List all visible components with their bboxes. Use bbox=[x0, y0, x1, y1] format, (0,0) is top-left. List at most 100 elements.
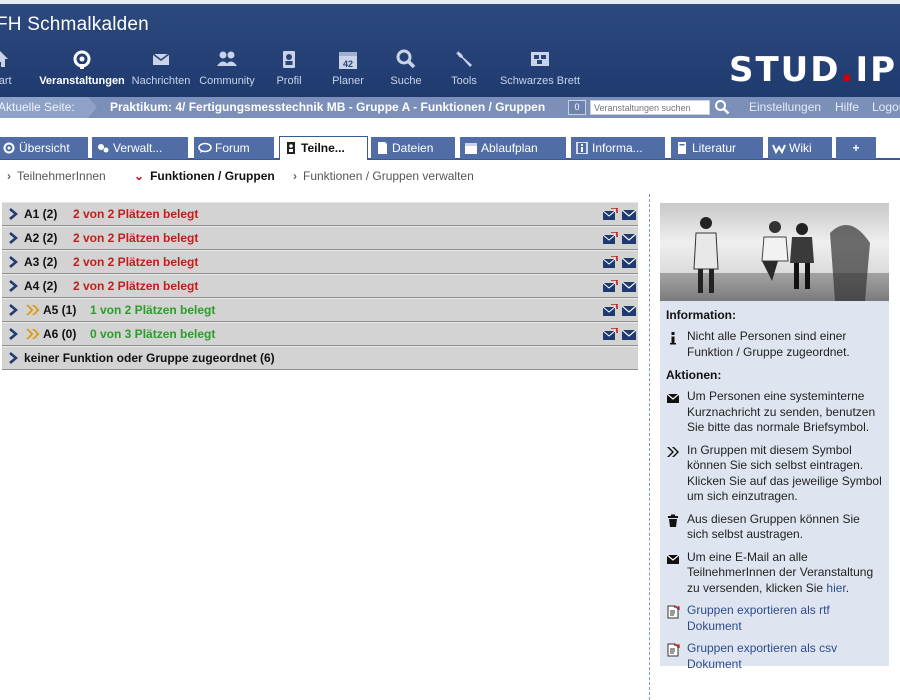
envelope-icon[interactable] bbox=[621, 305, 637, 319]
search-icon bbox=[715, 100, 730, 115]
group-name[interactable]: A4 (2) bbox=[24, 279, 57, 293]
tab-dateien[interactable]: Dateien bbox=[371, 137, 455, 159]
tab-forum[interactable]: Forum bbox=[194, 137, 274, 159]
subnav-gruppen-verwalten[interactable]: › Funktionen / Gruppen verwalten bbox=[293, 166, 474, 186]
export-rtf-link[interactable]: Gruppen exportieren als rtf Dokument bbox=[687, 603, 830, 633]
search-button[interactable] bbox=[714, 99, 730, 118]
top-stripe bbox=[0, 0, 900, 4]
schedule-icon bbox=[465, 143, 477, 154]
group-name[interactable]: A5 (1) bbox=[43, 303, 76, 317]
breadcrumb: Praktikum: 4/ Fertigungsmesstechnik MB -… bbox=[110, 100, 546, 114]
envelope-icon[interactable] bbox=[621, 257, 637, 271]
send-mail-icon[interactable] bbox=[602, 303, 618, 319]
self-enroll-icon[interactable] bbox=[25, 304, 41, 319]
info-heading: Information: bbox=[666, 308, 736, 322]
group-row[interactable]: A6 (0) 0 von 3 Plätzen belegt bbox=[2, 322, 638, 346]
group-row[interactable]: keiner Funktion oder Gruppe zugeordnet (… bbox=[2, 346, 638, 370]
group-row[interactable]: A5 (1) 1 von 2 Plätzen belegt bbox=[2, 298, 638, 322]
nav-profil[interactable]: Profil bbox=[270, 48, 308, 94]
nav-start[interactable]: Start bbox=[0, 48, 22, 94]
tab-verwaltung[interactable]: Verwalt... bbox=[92, 137, 188, 159]
settings-link[interactable]: Einstellungen bbox=[749, 97, 821, 118]
group-name[interactable]: A6 (0) bbox=[43, 327, 76, 341]
envelope-icon[interactable] bbox=[621, 209, 637, 223]
nav-schwarzes-brett[interactable]: Schwarzes Brett bbox=[496, 48, 584, 94]
action-self-remove: Aus diesen Gruppen können Sie sich selbs… bbox=[666, 512, 883, 543]
group-capacity: 2 von 2 Plätzen belegt bbox=[73, 255, 199, 269]
chevron-right-icon: › bbox=[7, 169, 11, 183]
email-all-link[interactable]: hier bbox=[826, 581, 845, 595]
tab-uebersicht[interactable]: Übersicht bbox=[0, 137, 88, 159]
export-csv: Gruppen exportieren als csv Dokument bbox=[666, 641, 883, 672]
board-icon bbox=[496, 48, 584, 75]
nav-community[interactable]: Community bbox=[196, 48, 258, 94]
nav-tools[interactable]: Tools bbox=[447, 48, 481, 94]
envelope-icon[interactable] bbox=[621, 329, 637, 343]
send-mail-icon[interactable] bbox=[602, 231, 618, 247]
home-icon bbox=[0, 48, 22, 75]
send-mail-icon[interactable] bbox=[602, 207, 618, 223]
studip-logo[interactable]: STUD.IP bbox=[729, 50, 897, 90]
logout-link[interactable]: Logout bbox=[872, 97, 900, 118]
group-capacity: 0 von 3 Plätzen belegt bbox=[90, 327, 216, 341]
send-mail-icon[interactable] bbox=[602, 327, 618, 343]
courses-icon bbox=[38, 48, 126, 75]
subnav-teilnehmer[interactable]: › TeilnehmerInnen bbox=[7, 166, 106, 186]
info-note: Nicht alle Personen sind einer Funktion … bbox=[666, 329, 883, 360]
group-list: A1 (2) 2 von 2 Plätzen belegt A2 (2) 2 von … bbox=[2, 202, 638, 370]
tab-teilnehmer[interactable]: Teilne... bbox=[279, 136, 368, 160]
group-row[interactable]: A1 (2) 2 von 2 Plätzen belegt bbox=[2, 202, 638, 226]
group-row[interactable]: A4 (2) 2 von 2 Plätzen belegt bbox=[2, 274, 638, 298]
nav-suche[interactable]: Suche bbox=[387, 48, 425, 94]
export-document-icon bbox=[667, 643, 680, 657]
chevron-right-icon[interactable] bbox=[8, 352, 18, 367]
chevron-right-icon[interactable] bbox=[8, 304, 18, 319]
envelope-icon[interactable] bbox=[621, 281, 637, 295]
overview-icon bbox=[3, 142, 15, 154]
trash-icon bbox=[668, 514, 678, 527]
forum-icon bbox=[198, 142, 212, 153]
tab-literatur[interactable]: Literatur bbox=[671, 137, 763, 159]
breadcrumb-bar: Aktuelle Seite: Praktikum: 4/ Fertigungs… bbox=[0, 97, 900, 118]
tab-add[interactable]: + bbox=[836, 137, 876, 159]
profile-icon bbox=[270, 48, 308, 75]
group-name[interactable]: keiner Funktion oder Gruppe zugeordnet (… bbox=[24, 351, 275, 365]
chevron-right-icon[interactable] bbox=[8, 328, 18, 343]
action-self-enroll: In Gruppen mit diesem Symbol können Sie … bbox=[666, 443, 883, 505]
envelope-icon bbox=[129, 48, 193, 75]
send-mail-icon[interactable] bbox=[602, 255, 618, 271]
chevron-right-icon[interactable] bbox=[8, 232, 18, 247]
chevron-right-icon: › bbox=[293, 169, 297, 183]
chevron-right-icon[interactable] bbox=[8, 256, 18, 271]
group-row[interactable]: A3 (2) 2 von 2 Plätzen belegt bbox=[2, 250, 638, 274]
group-row[interactable]: A2 (2) 2 von 2 Plätzen belegt bbox=[2, 226, 638, 250]
tab-ablaufplan[interactable]: Ablaufplan bbox=[460, 137, 566, 159]
export-rtf: Gruppen exportieren als rtf Dokument bbox=[666, 603, 883, 634]
header: FH Schmalkalden Start Veranstaltungen Na… bbox=[0, 0, 900, 97]
subnav-funktionen-gruppen[interactable]: ⌄ Funktionen / Gruppen bbox=[134, 166, 275, 186]
chevron-down-icon: ⌄ bbox=[134, 169, 145, 183]
envelope-icon[interactable] bbox=[621, 233, 637, 247]
group-name[interactable]: A1 (2) bbox=[24, 207, 57, 221]
tab-informationen[interactable]: Informa... bbox=[571, 137, 665, 159]
divider bbox=[649, 194, 650, 700]
search-input[interactable] bbox=[590, 100, 710, 115]
nav-planer[interactable]: 42 Planer bbox=[328, 48, 368, 94]
group-name[interactable]: A3 (2) bbox=[24, 255, 57, 269]
self-enroll-icon[interactable] bbox=[25, 328, 41, 343]
chevron-right-icon[interactable] bbox=[8, 280, 18, 295]
nav-nachrichten[interactable]: Nachrichten bbox=[129, 48, 193, 94]
wiki-icon bbox=[772, 144, 786, 154]
info-icon bbox=[670, 332, 676, 345]
export-csv-link[interactable]: Gruppen exportieren als csv Dokument bbox=[687, 641, 837, 671]
chevron-right-icon[interactable] bbox=[8, 208, 18, 223]
svg-text:42: 42 bbox=[343, 59, 353, 69]
help-link[interactable]: Hilfe bbox=[835, 97, 859, 118]
infobox: Information: Nicht alle Personen sind ei… bbox=[660, 203, 889, 671]
tab-wiki[interactable]: Wiki bbox=[768, 137, 832, 159]
group-name[interactable]: A2 (2) bbox=[24, 231, 57, 245]
send-mail-icon[interactable] bbox=[602, 279, 618, 295]
breadcrumb-arrow bbox=[88, 97, 97, 118]
action-message: Um Personen eine systeminterne Kurznachr… bbox=[666, 389, 883, 436]
nav-veranstaltungen[interactable]: Veranstaltungen bbox=[38, 48, 126, 94]
